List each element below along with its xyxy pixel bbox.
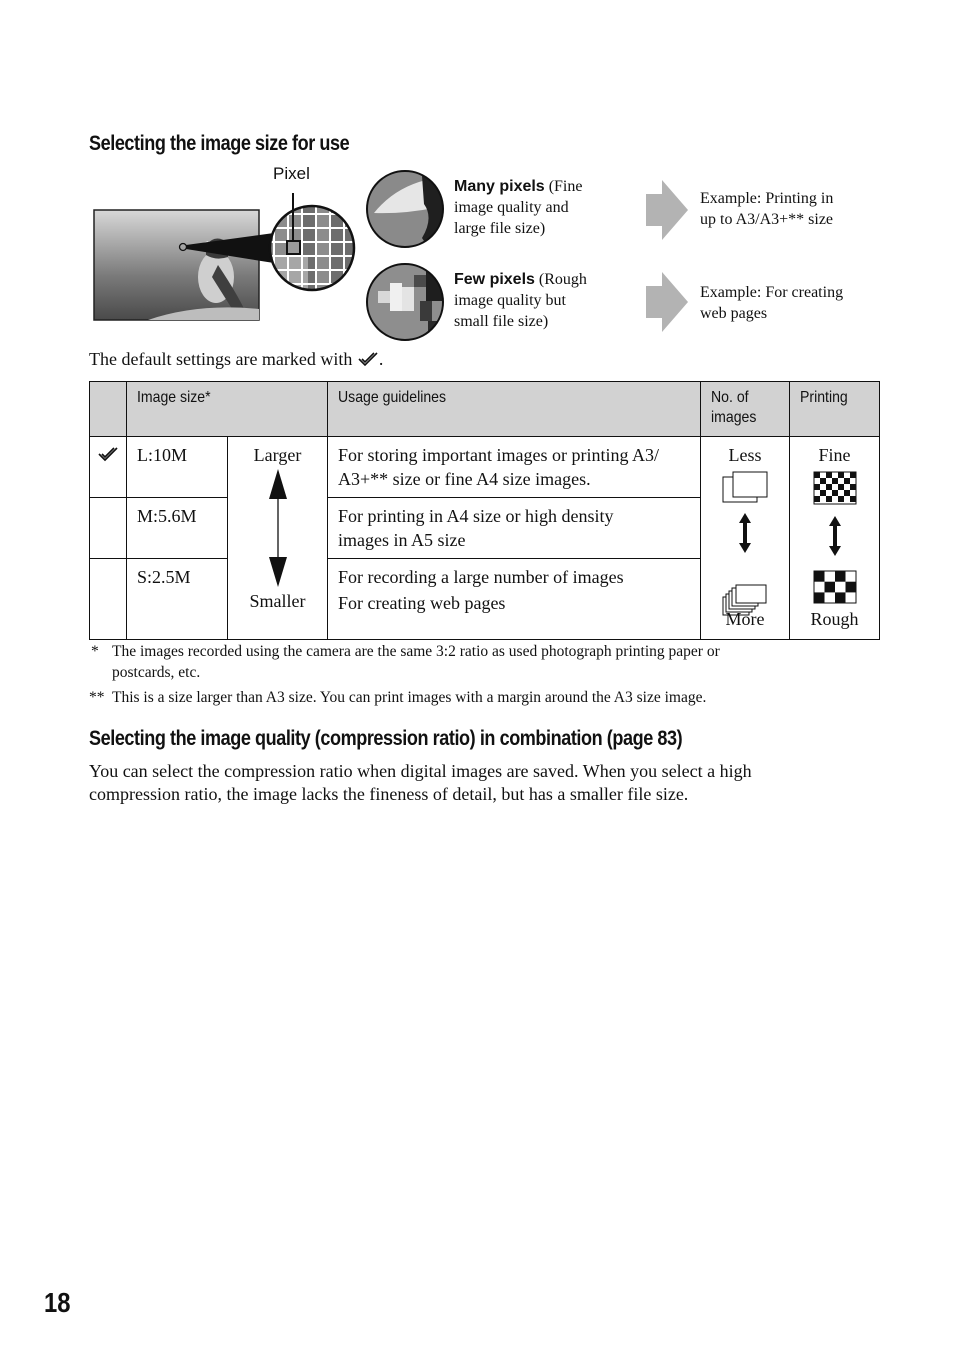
num-images-more-label: More [725, 609, 765, 629]
checkmark-icon [358, 352, 378, 367]
num-images-cell: Less More [700, 436, 790, 640]
header-printing: Printing [789, 381, 880, 437]
few-pixels-label: Few pixels [454, 271, 535, 288]
double-arrow-icon [269, 469, 287, 587]
page-number: 18 [44, 1287, 71, 1318]
scale-larger-label: Larger [253, 445, 302, 465]
many-pixels-label: Many pixels [454, 178, 545, 195]
usage-cell: For storing important images or printing… [327, 436, 701, 498]
num-images-less-label: Less [728, 445, 762, 465]
printing-rough-label: Rough [810, 609, 859, 629]
section-heading-image-quality: Selecting the image quality (compression… [89, 727, 683, 750]
footnote-1: * The images recorded using the camera a… [91, 643, 720, 681]
default-mark-cell [89, 558, 127, 640]
checkmark-icon [98, 447, 118, 462]
header-image-size: Image size* [126, 381, 328, 437]
image-size-table: Image size* Usage guidelines No. of image… [89, 381, 880, 640]
header-num-images: No. of images [700, 381, 790, 437]
size-cell: L:10M [126, 436, 228, 498]
image-quality-paragraph: You can select the compression ratio whe… [89, 761, 752, 804]
few-pixels-description: Few pixels (Rough image quality but smal… [454, 271, 587, 330]
example-many-pixels: Example: Printing in up to A3/A3+** size [700, 190, 834, 228]
scale-cell: Larger Smaller [227, 436, 328, 640]
table-row: L:10M Larger Smaller For storing importa… [89, 436, 880, 640]
section-heading-image-size: Selecting the image size for use [89, 132, 350, 155]
table-header-row: Image size* Usage guidelines No. of image… [89, 381, 880, 437]
size-cell: M:5.6M [126, 497, 228, 559]
arrow-right-icon [646, 272, 688, 332]
usage-cell: For printing in A4 size or high density i… [327, 497, 701, 559]
size-cell: S:2.5M [126, 558, 228, 640]
scale-smaller-label: Smaller [249, 591, 306, 611]
example-few-pixels: Example: For creating web pages [700, 284, 844, 322]
usage-cell: For recording a large number of images Fo… [327, 558, 701, 640]
header-default [89, 381, 127, 437]
default-mark-cell [89, 497, 127, 559]
default-settings-note: The default settings are marked with . [89, 349, 384, 369]
bird-pixel-illustration [93, 193, 356, 321]
footnote-2: ** This is a size larger than A3 size. Y… [89, 689, 707, 706]
default-mark-cell [89, 436, 127, 498]
printing-cell: Fine Rough [789, 436, 880, 640]
few-pixels-thumbnail [366, 263, 444, 341]
pixel-label: Pixel [273, 164, 310, 183]
many-pixels-description: Many pixels (Fine image quality and larg… [454, 178, 583, 237]
many-pixels-thumbnail [366, 170, 444, 248]
header-usage: Usage guidelines [327, 381, 701, 437]
arrow-right-icon [646, 180, 688, 240]
printing-fine-label: Fine [818, 445, 851, 465]
